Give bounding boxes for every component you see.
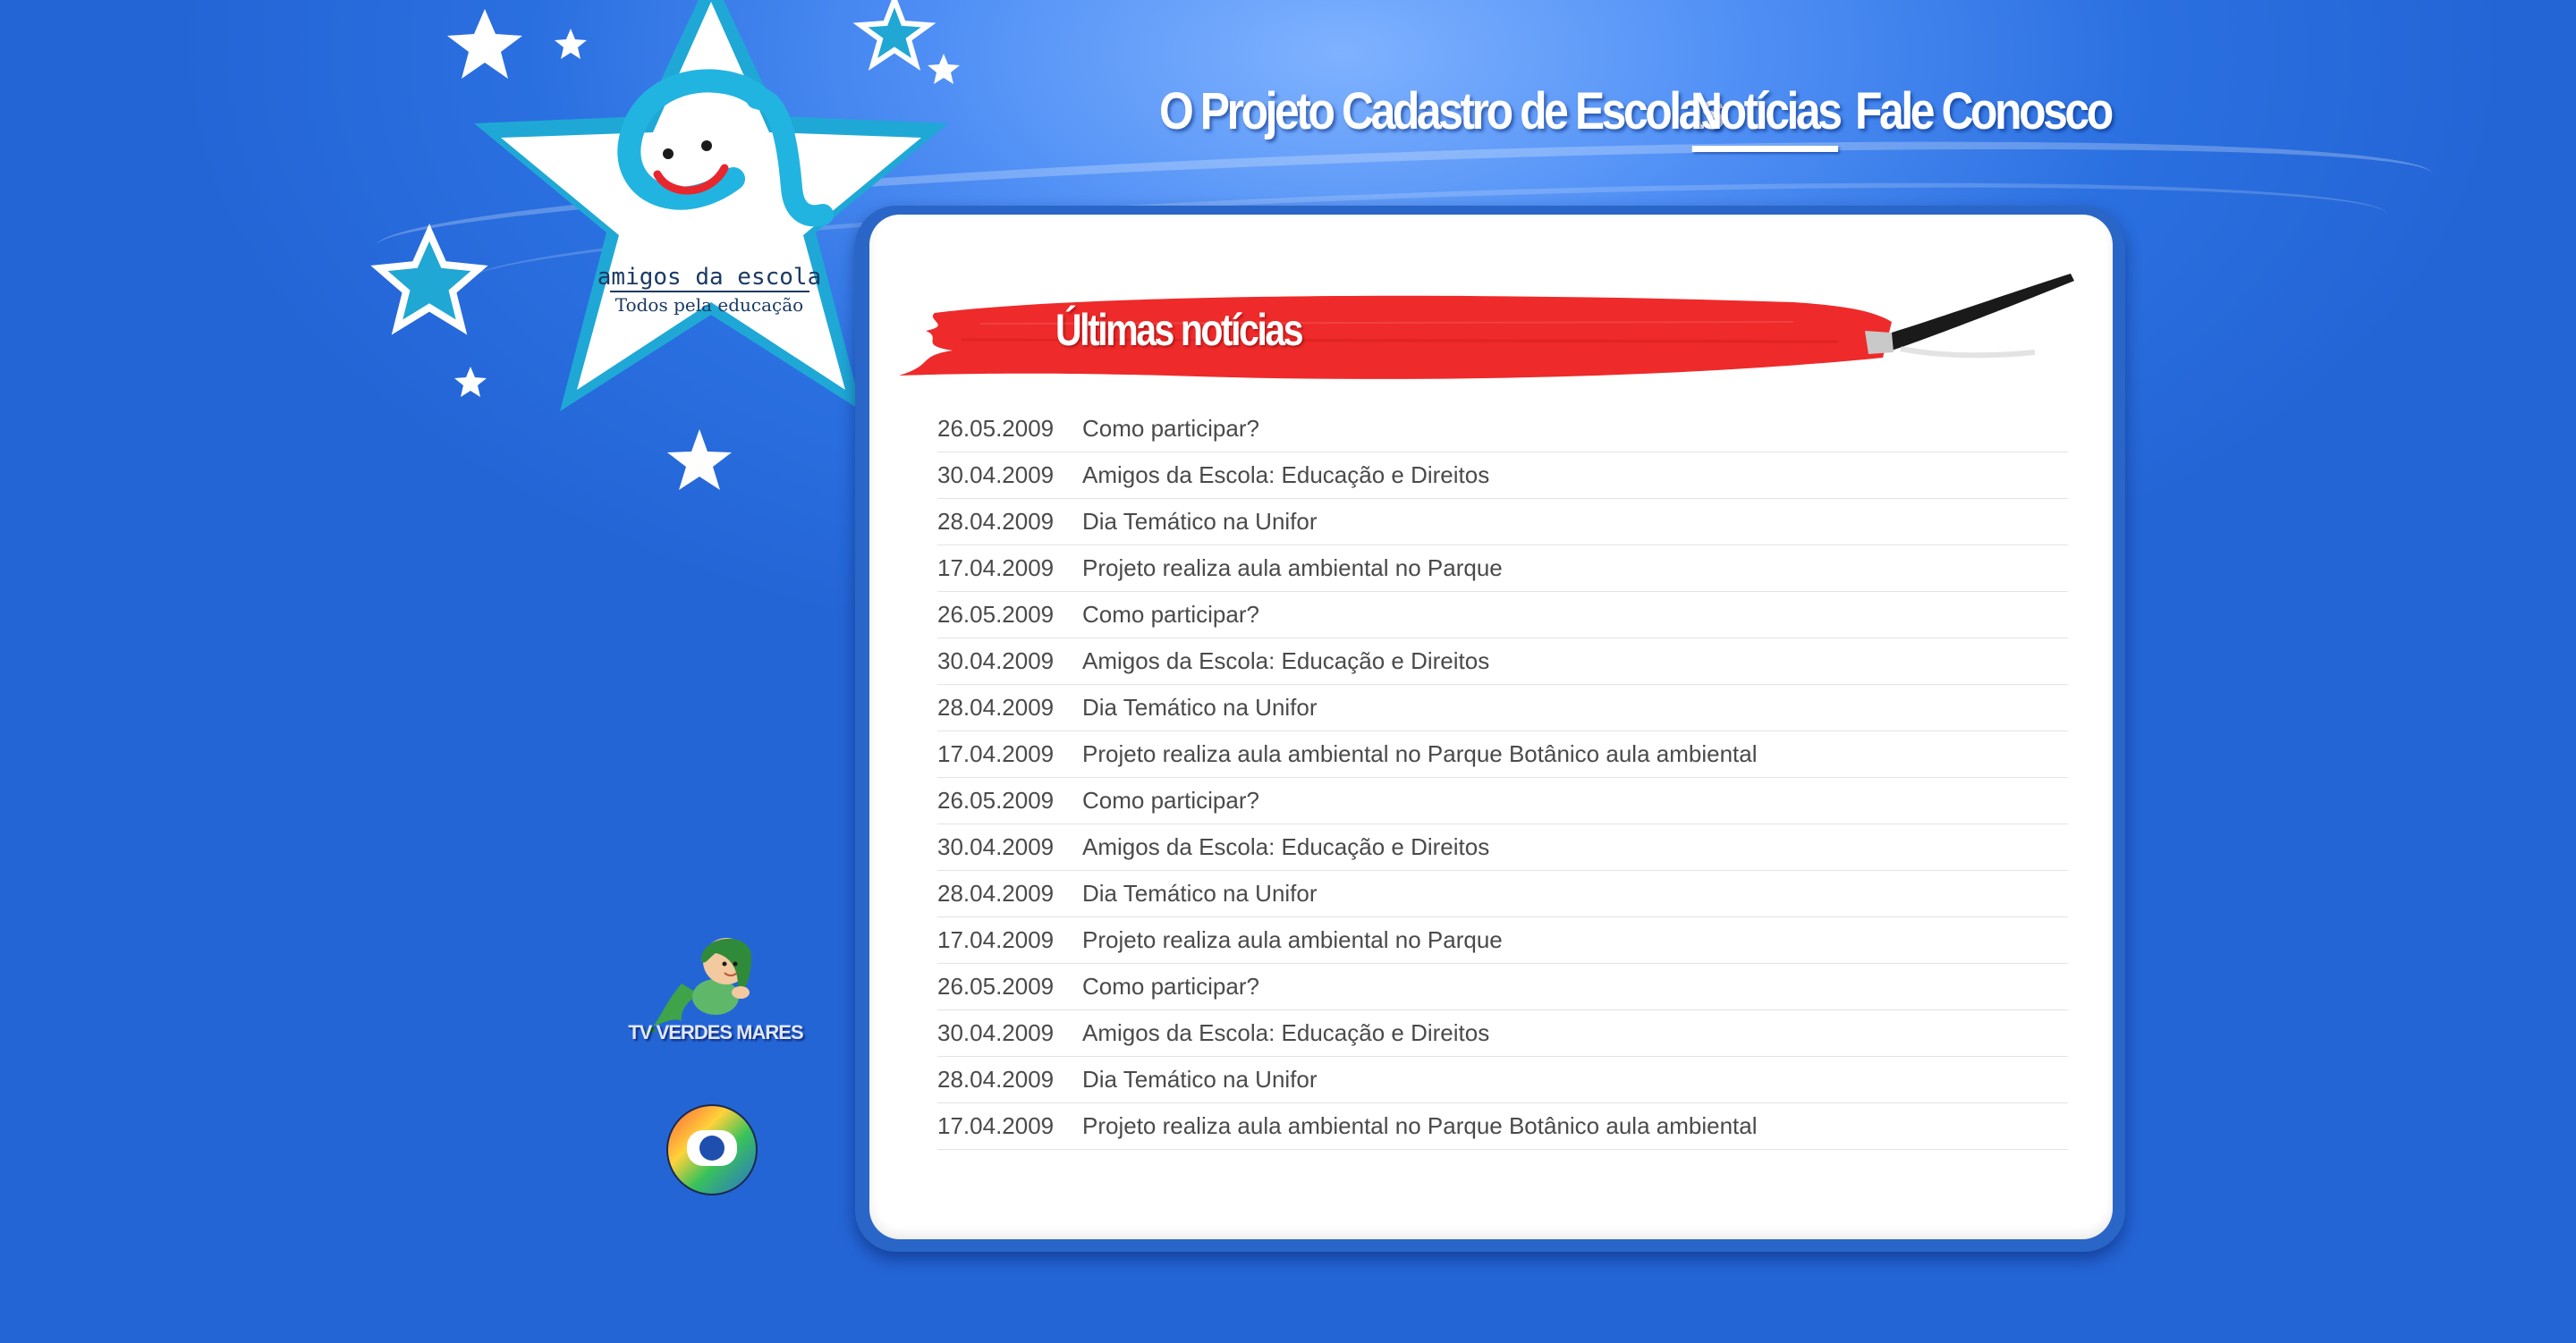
nav-item-cadastro-de-escolas[interactable]: Cadastro de Escolas	[1342, 81, 1725, 152]
news-title-link[interactable]: Amigos da Escola: Educação e Direitos	[1082, 461, 2068, 489]
news-title-link[interactable]: Projeto realiza aula ambiental no Parque	[1082, 554, 2068, 582]
news-date: 26.05.2009	[937, 601, 1055, 628]
news-item[interactable]: 28.04.2009 Dia Temático na Unifor	[937, 685, 2068, 731]
decorative-star-icon	[447, 9, 522, 79]
news-date: 28.04.2009	[937, 880, 1055, 907]
news-date: 17.04.2009	[937, 740, 1055, 767]
nav-item-fale-conosco[interactable]: Fale Conosco	[1855, 81, 2114, 152]
news-title-link[interactable]: Dia Temático na Unifor	[1082, 694, 2068, 722]
news-item[interactable]: 26.05.2009 Como participar?	[937, 592, 2068, 638]
news-title-link[interactable]: Como participar?	[1082, 787, 2068, 815]
decorative-star-icon	[454, 367, 487, 397]
news-title-link[interactable]: Como participar?	[1082, 973, 2068, 1001]
logo-tagline: Todos pela educação	[615, 294, 803, 316]
news-title-link[interactable]: Amigos da Escola: Educação e Direitos	[1082, 647, 2068, 675]
news-title-link[interactable]: Projeto realiza aula ambiental no Parque…	[1082, 740, 2068, 768]
news-item[interactable]: 26.05.2009 Como participar?	[937, 778, 2068, 824]
news-date: 30.04.2009	[937, 461, 1055, 488]
news-date: 30.04.2009	[937, 1019, 1055, 1046]
decorative-star-icon	[370, 224, 488, 335]
news-item[interactable]: 30.04.2009 Amigos da Escola: Educação e D…	[937, 824, 2068, 871]
nav-item-noticias[interactable]: Notícias	[1690, 81, 1843, 152]
news-item[interactable]: 30.04.2009 Amigos da Escola: Educação e D…	[937, 1010, 2068, 1057]
news-title-link[interactable]: Projeto realiza aula ambiental no Parque	[1082, 926, 2068, 954]
news-item[interactable]: 28.04.2009 Dia Temático na Unifor	[937, 499, 2068, 545]
news-date: 28.04.2009	[937, 694, 1055, 721]
news-date: 26.05.2009	[937, 415, 1055, 442]
sponsor-tv-verdes-mares[interactable]: TV VERDES MARES	[626, 921, 805, 1055]
news-item[interactable]: 26.05.2009 Como participar?	[937, 964, 2068, 1010]
news-item[interactable]: 17.04.2009 Projeto realiza aula ambiental…	[937, 917, 2068, 964]
sponsor-globo[interactable]	[665, 1103, 758, 1196]
news-item[interactable]: 28.04.2009 Dia Temático na Unifor	[937, 1057, 2068, 1103]
sponsor-label: TV VERDES MARES	[628, 1021, 803, 1043]
news-date: 17.04.2009	[937, 554, 1055, 581]
news-item[interactable]: 26.05.2009 Como participar?	[937, 406, 2068, 452]
news-item[interactable]: 28.04.2009 Dia Temático na Unifor	[937, 871, 2068, 917]
news-title-link[interactable]: Dia Temático na Unifor	[1082, 508, 2068, 536]
news-date: 17.04.2009	[937, 926, 1055, 953]
news-item[interactable]: 17.04.2009 Projeto realiza aula ambiental…	[937, 545, 2068, 592]
news-title-link[interactable]: Amigos da Escola: Educação e Direitos	[1082, 1019, 2068, 1047]
news-date: 17.04.2009	[937, 1112, 1055, 1139]
logo-title: amigos da escola	[597, 264, 821, 291]
decorative-star-icon	[555, 29, 587, 59]
news-title-link[interactable]: Como participar?	[1082, 601, 2068, 629]
news-item[interactable]: 30.04.2009 Amigos da Escola: Educação e D…	[937, 452, 2068, 499]
news-date: 26.05.2009	[937, 787, 1055, 814]
news-date: 30.04.2009	[937, 647, 1055, 674]
news-date: 26.05.2009	[937, 973, 1055, 1000]
main-navigation: O Projeto Cadastro de Escolas Notícias F…	[1159, 63, 2114, 152]
nav-item-o-projeto[interactable]: O Projeto	[1159, 81, 1335, 152]
news-title-link[interactable]: Dia Temático na Unifor	[1082, 1066, 2068, 1094]
news-item[interactable]: 17.04.2009 Projeto realiza aula ambiental…	[937, 1103, 2068, 1150]
news-title-link[interactable]: Projeto realiza aula ambiental no Parque…	[1082, 1112, 2068, 1140]
news-item[interactable]: 17.04.2009 Projeto realiza aula ambiental…	[937, 731, 2068, 778]
decorative-star-icon	[667, 429, 732, 490]
decorative-star-icon	[928, 54, 960, 84]
news-date: 30.04.2009	[937, 833, 1055, 860]
news-title-link[interactable]: Como participar?	[1082, 415, 2068, 443]
section-title: Últimas notícias	[1055, 305, 1304, 355]
globo-logo-icon	[666, 1104, 758, 1195]
news-title-link[interactable]: Dia Temático na Unifor	[1082, 880, 2068, 908]
news-date: 28.04.2009	[937, 1066, 1055, 1093]
news-list: 26.05.2009 Como participar? 30.04.2009 Ami…	[937, 406, 2068, 1150]
news-item[interactable]: 30.04.2009 Amigos da Escola: Educação e D…	[937, 638, 2068, 685]
news-date: 28.04.2009	[937, 508, 1055, 535]
decorative-star-icon	[852, 0, 936, 72]
news-title-link[interactable]: Amigos da Escola: Educação e Direitos	[1082, 833, 2068, 861]
